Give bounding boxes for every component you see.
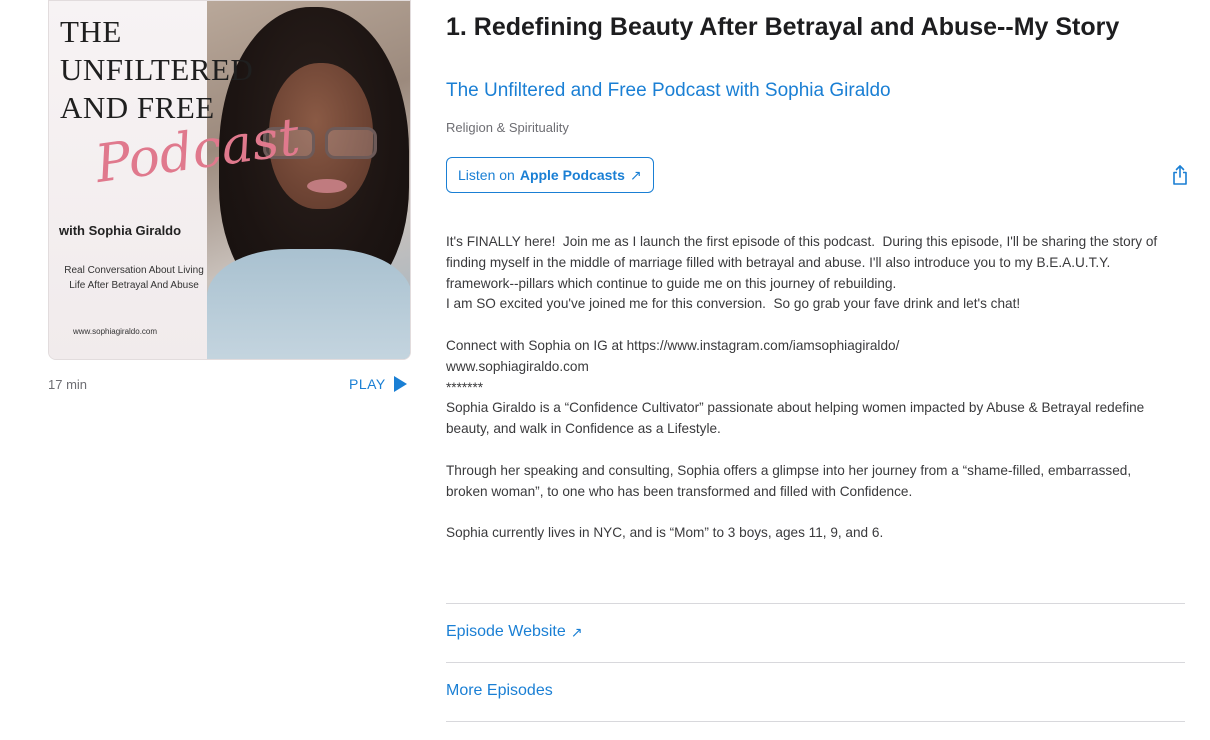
- show-name-link[interactable]: The Unfiltered and Free Podcast with Sop…: [446, 80, 891, 102]
- play-icon: [393, 376, 407, 392]
- artwork-tagline: Real Conversation About Living Life Afte…: [64, 265, 204, 291]
- external-link-icon: ↗: [570, 623, 583, 640]
- podcast-artwork: THE UNFILTERED AND FREE Podcast with Sop…: [48, 0, 411, 360]
- artwork-url: www.sophiagiraldo.com: [73, 327, 158, 336]
- listen-prefix: Listen on: [458, 167, 515, 183]
- episode-category: Religion & Spirituality: [446, 120, 569, 135]
- description-paragraph: Through her speaking and consulting, Sop…: [446, 462, 1135, 499]
- description-paragraph: Sophia Giraldo is a “Confidence Cultivat…: [446, 400, 1149, 437]
- external-link-icon: ↗: [629, 166, 642, 183]
- divider: [446, 721, 1185, 722]
- description-paragraph: It's FINALLY here! Join me as I launch t…: [446, 234, 1161, 291]
- play-label: PLAY: [349, 376, 386, 392]
- episode-title: 1. Redefining Beauty After Betrayal and …: [446, 13, 1120, 41]
- description-paragraph: [446, 315, 1166, 336]
- episode-duration: 17 min: [48, 377, 88, 392]
- divider: [446, 662, 1185, 663]
- play-button[interactable]: PLAY: [349, 376, 407, 392]
- more-episodes-link[interactable]: More Episodes: [446, 682, 553, 700]
- description-paragraph: I am SO excited you've joined me for thi…: [446, 296, 1021, 312]
- episode-website-link[interactable]: Episode Website ↗: [446, 623, 583, 641]
- divider: [446, 603, 1185, 604]
- more-episodes-label: More Episodes: [446, 682, 553, 699]
- description-paragraph: *******: [446, 379, 484, 395]
- share-icon[interactable]: [1171, 164, 1189, 186]
- description-paragraph: Sophia currently lives in NYC, and is “M…: [446, 525, 884, 541]
- listen-brand: Apple Podcasts: [519, 167, 625, 183]
- artwork-host-line: with Sophia Giraldo: [59, 223, 182, 238]
- description-paragraph: www.sophiagiraldo.com: [446, 358, 589, 374]
- description-paragraph: Connect with Sophia on IG at https://www…: [446, 337, 900, 353]
- description-paragraph: [446, 440, 1166, 461]
- episode-description: It's FINALLY here! Join me as I launch t…: [446, 232, 1166, 544]
- episode-website-label: Episode Website: [446, 623, 566, 640]
- description-paragraph: [446, 502, 1166, 523]
- listen-on-apple-podcasts-button[interactable]: Listen on Apple Podcasts ↗: [446, 157, 654, 193]
- artwork-title: THE UNFILTERED AND FREE: [60, 14, 254, 125]
